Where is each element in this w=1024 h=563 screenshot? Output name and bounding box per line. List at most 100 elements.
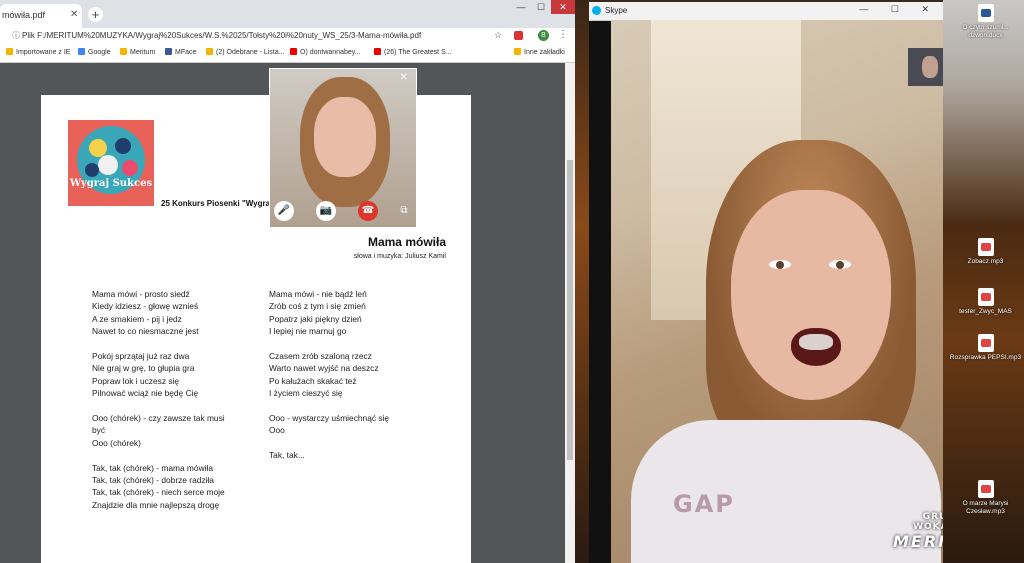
address-text[interactable]: Plik F:/MERITUM%20MUZYKA/Wygraj%20Sukces…: [22, 31, 421, 40]
audio-file-icon: [977, 334, 994, 352]
maximize-button[interactable]: ☐: [531, 0, 551, 14]
bookmark-item[interactable]: Meritum: [120, 48, 155, 56]
mouth: [791, 328, 841, 366]
lyric-line: Kiedy idziesz - głowę wznieś: [92, 301, 199, 312]
lyrics-column-left: Mama mówi - prosto siedź Kiedy idziesz - …: [92, 288, 262, 511]
self-view-window[interactable]: ✕ 🎤 📷 ☎ ⧉: [269, 68, 417, 228]
skype-window-controls[interactable]: — ☐ ✕: [859, 4, 939, 15]
lyric-line: Mama mówi - prosto siedź: [92, 289, 190, 299]
lyric-line: Ooo: [269, 425, 285, 436]
lyric-line: Czasem zrób szaloną rzecz: [269, 351, 372, 362]
skype-logo-icon: [592, 6, 601, 15]
bookmark-item[interactable]: O) dontwannabey...: [290, 48, 361, 56]
folder-icon: [514, 48, 521, 55]
logo-text: Wygraj Sukces: [69, 178, 153, 189]
window-controls: — ☐ ✕: [511, 0, 575, 20]
lyric-line: Popatrz jaki piękny dzień: [269, 313, 362, 324]
audio-file-icon: [977, 480, 994, 498]
desktop-icon[interactable]: O czym szumi... dzwon.docx: [948, 4, 1023, 40]
watermark: GRUPA WOKALNA MERITUM: [893, 512, 943, 551]
main-video-feed: GAP: [611, 20, 943, 563]
youtube-icon: [290, 48, 297, 55]
logo-graphic: [77, 126, 145, 194]
lyric-line: Tak, tak (chórek) - niech serce moje: [92, 487, 225, 498]
desktop-icon[interactable]: tester_Zwyc_MAS: [948, 288, 1023, 316]
lyric-line: I życiem cieszyć się: [269, 388, 343, 399]
desktop-icon[interactable]: O marze Marysi Czesław.mp3: [948, 480, 1023, 516]
popout-icon[interactable]: ⧉: [394, 201, 414, 221]
contest-logo: Wygraj Sukces: [68, 120, 154, 206]
skype-window: Skype — ☐ ✕ GAP GRUPA WOKALNA MERITUM: [589, 2, 943, 563]
watermark-line1: GRUPA WOKALNA: [913, 512, 943, 532]
close-button[interactable]: ✕: [551, 0, 575, 14]
pdf-scroll-thumb[interactable]: [567, 160, 573, 460]
facebook-icon: [165, 48, 172, 55]
tab-close-icon[interactable]: ✕: [70, 9, 78, 20]
stanza-gap: [92, 449, 262, 461]
menu-icon[interactable]: ⋮: [558, 29, 568, 40]
bookmark-item[interactable]: (26) The Greatest S...: [374, 48, 452, 56]
bookmarks-bar: Importowane z IE Google Meritum MFace (2…: [0, 44, 575, 63]
bookmark-item[interactable]: (2) Odebrane - Lista...: [206, 48, 284, 56]
audio-file-icon: [977, 238, 994, 256]
shirt-text: GAP: [673, 490, 735, 518]
lyric-line: Po kałużach skakać też: [269, 375, 357, 386]
lyric-line: Ooo (chórek): [92, 437, 141, 448]
folder-icon: [6, 48, 13, 55]
google-icon: [78, 48, 85, 55]
desktop-icon[interactable]: Rozsprawka PEPSI.mp3: [948, 334, 1023, 362]
profile-avatar[interactable]: B: [538, 30, 549, 41]
lyric-line: Ooo - wystarczy uśmiechnąć się: [269, 413, 390, 424]
new-tab-button[interactable]: +: [88, 7, 103, 22]
lyric-line: Ooo (chórek) - czy zawsze tak musi: [92, 413, 225, 424]
folder-icon: [120, 48, 127, 55]
lyric-line: Warto nawet wyjść na deszcz: [269, 363, 379, 374]
bookmark-item[interactable]: Google: [78, 48, 111, 56]
extension-icon[interactable]: [514, 31, 523, 40]
stanza-gap: [269, 338, 449, 350]
lyric-line: Tak, tak...: [269, 450, 305, 461]
desktop-icon[interactable]: Zobacz.mp3: [948, 238, 1023, 266]
bookmark-item-other[interactable]: Inne zakładki: [514, 48, 565, 56]
lyric-line: Zrób coś z tym i się zmień: [269, 301, 366, 312]
youtube-icon: [374, 48, 381, 55]
lyrics-column-right: Mama mówi - nie bądź leń Zrób coś z tym i…: [269, 288, 449, 462]
stanza-gap: [92, 400, 262, 412]
microphone-icon[interactable]: 🎤: [274, 201, 294, 221]
address-bar[interactable]: ⓘ Plik F:/MERITUM%20MUZYKA/Wygraj%20Sukc…: [0, 28, 575, 44]
lyric-line: Znajdzie dla mnie najlepszą drogę: [92, 499, 220, 510]
tab-pdf[interactable]: mówiła.pdf ✕: [0, 4, 82, 28]
lyric-line: Tak, tak (chórek) - dobrze radziła: [92, 475, 214, 486]
desktop-background: [575, 0, 589, 563]
minimize-button[interactable]: —: [511, 0, 531, 14]
end-call-icon[interactable]: ☎: [358, 201, 378, 221]
self-view-face: [314, 97, 376, 177]
bookmark-item[interactable]: MFace: [165, 48, 196, 56]
bookmark-item[interactable]: Importowane z IE: [6, 48, 70, 56]
song-credits: słowa i muzyka: Juliusz Kamil: [353, 253, 446, 260]
close-icon[interactable]: ✕: [400, 72, 408, 83]
lyric-line: Popraw lok i uczesz się: [92, 375, 180, 386]
audio-file-icon: [977, 288, 994, 306]
skype-title: Skype: [605, 6, 628, 15]
camera-icon[interactable]: 📷: [316, 201, 336, 221]
stanza-gap: [92, 338, 262, 350]
word-doc-icon: [977, 4, 994, 22]
video-person-face: [731, 190, 891, 400]
remote-participant-thumbnail[interactable]: [908, 48, 943, 86]
tab-strip: mówiła.pdf ✕ + — ☐ ✕: [0, 0, 575, 28]
tab-title: mówiła.pdf: [2, 10, 46, 20]
lyric-line: Pokój sprzątaj już raz dwa: [92, 351, 190, 362]
song-title: Mama mówiła: [367, 235, 446, 249]
lyric-line: Mama mówi - nie bądź leń: [269, 289, 367, 299]
stanza-gap: [269, 400, 449, 412]
lyric-line: Tak, tak (chórek) - mama mówiła: [92, 462, 213, 473]
skype-titlebar: Skype — ☐ ✕: [589, 2, 943, 21]
lyric-line: Pilnować wciąż nie będę Cię: [92, 388, 199, 399]
lyric-line: I lepiej nie marnuj go: [269, 326, 347, 337]
stanza-gap: [269, 437, 449, 449]
lyric-line: Nawet to co niesmaczne jest: [92, 326, 199, 337]
eye: [829, 260, 851, 269]
info-icon[interactable]: ⓘ: [12, 30, 20, 41]
bookmark-star-icon[interactable]: ☆: [494, 30, 502, 41]
